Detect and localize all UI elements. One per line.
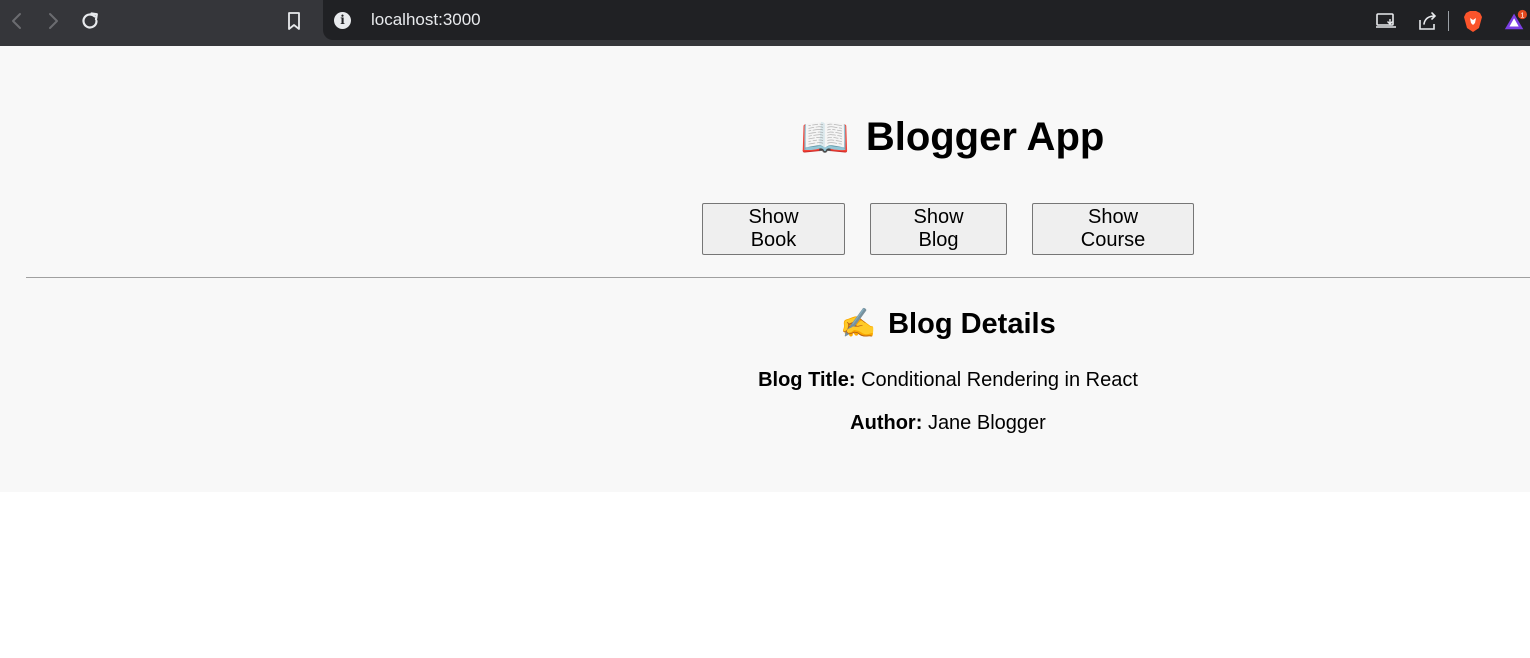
info-icon[interactable]: i (334, 12, 351, 29)
brave-shields-button[interactable] (1461, 9, 1485, 33)
blog-title-row: Blog Title: Conditional Rendering in Rea… (0, 369, 1530, 392)
browser-toolbar: i localhost:3000 1 (0, 0, 1530, 46)
notification-badge: 1 (1520, 10, 1524, 19)
address-bar[interactable] (323, 0, 1530, 40)
show-course-button[interactable]: Show Course (1032, 203, 1194, 255)
show-book-button[interactable]: Show Book (702, 203, 845, 255)
app-title: 📖 Blogger App (800, 114, 1104, 161)
forward-button[interactable] (40, 8, 66, 34)
author-value: Jane Blogger (927, 412, 1046, 434)
app-title-text: Blogger App (865, 115, 1105, 159)
blog-title-value: Conditional Rendering in React (861, 369, 1138, 391)
section-title-text: Blog Details (888, 307, 1056, 340)
blog-title-label: Blog Title: (758, 369, 856, 391)
brave-rewards-icon: 1 (1504, 9, 1527, 30)
divider (26, 277, 1530, 278)
share-button[interactable] (1416, 9, 1440, 33)
install-app-button[interactable] (1374, 9, 1398, 33)
section-title: ✍️ Blog Details (840, 307, 1056, 341)
app-container: 📖 Blogger App Show Book Show Blog Show C… (0, 46, 1530, 492)
author-row: Author: Jane Blogger (0, 412, 1530, 435)
chevron-right-icon (49, 13, 58, 29)
url-text[interactable]: localhost:3000 (371, 10, 481, 30)
install-app-icon (1376, 13, 1396, 28)
back-button[interactable] (4, 8, 30, 34)
reload-icon (82, 12, 98, 29)
bookmark-icon (288, 12, 300, 30)
writing-hand-icon: ✍️ (840, 308, 877, 340)
toolbar-separator (1448, 11, 1449, 31)
brave-lion-icon (1464, 11, 1482, 32)
open-book-icon: 📖 (800, 116, 850, 160)
show-blog-button[interactable]: Show Blog (870, 203, 1007, 255)
reload-button[interactable] (77, 8, 103, 34)
bookmark-button[interactable] (281, 8, 307, 34)
brave-rewards-button[interactable]: 1 (1503, 9, 1527, 33)
share-icon (1419, 12, 1437, 30)
author-label: Author: (850, 412, 923, 434)
chevron-left-icon (12, 13, 21, 29)
